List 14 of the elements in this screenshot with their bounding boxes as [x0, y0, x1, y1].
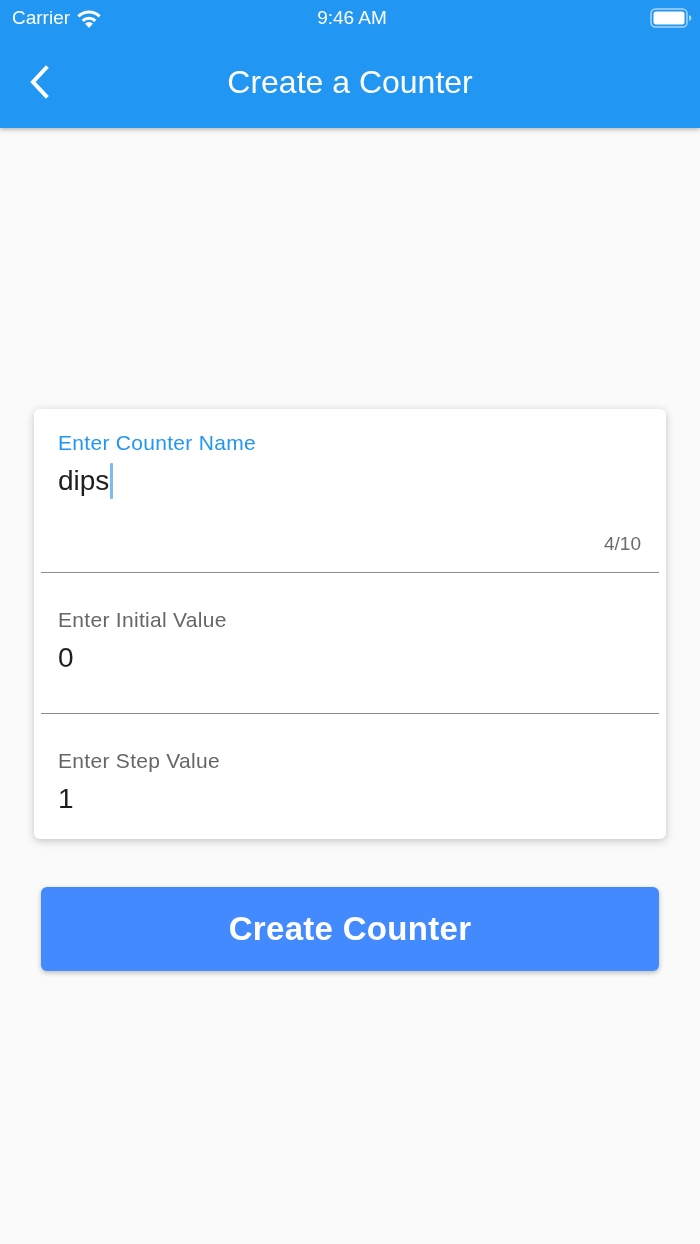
- screen-title: Create a Counter: [227, 63, 473, 102]
- character-counter: 4/10: [604, 533, 641, 555]
- floating-label: Enter Step Value: [58, 749, 220, 773]
- floating-label: Enter Counter Name: [58, 431, 256, 455]
- carrier-label: Carrier: [12, 7, 71, 29]
- floating-label: Enter Initial Value: [58, 608, 227, 632]
- back-chevron-icon: [28, 65, 50, 99]
- wifi-icon: [76, 8, 103, 28]
- clock-time: 9:46 AM: [317, 7, 387, 29]
- text-field[interactable]: Enter Step Value 1: [41, 714, 659, 839]
- text-field[interactable]: Enter Initial Value 0: [41, 573, 659, 713]
- text-field[interactable]: Enter Counter Name dips 4/10: [41, 409, 659, 572]
- battery-icon: [650, 8, 692, 28]
- text-cursor-icon: [110, 463, 114, 499]
